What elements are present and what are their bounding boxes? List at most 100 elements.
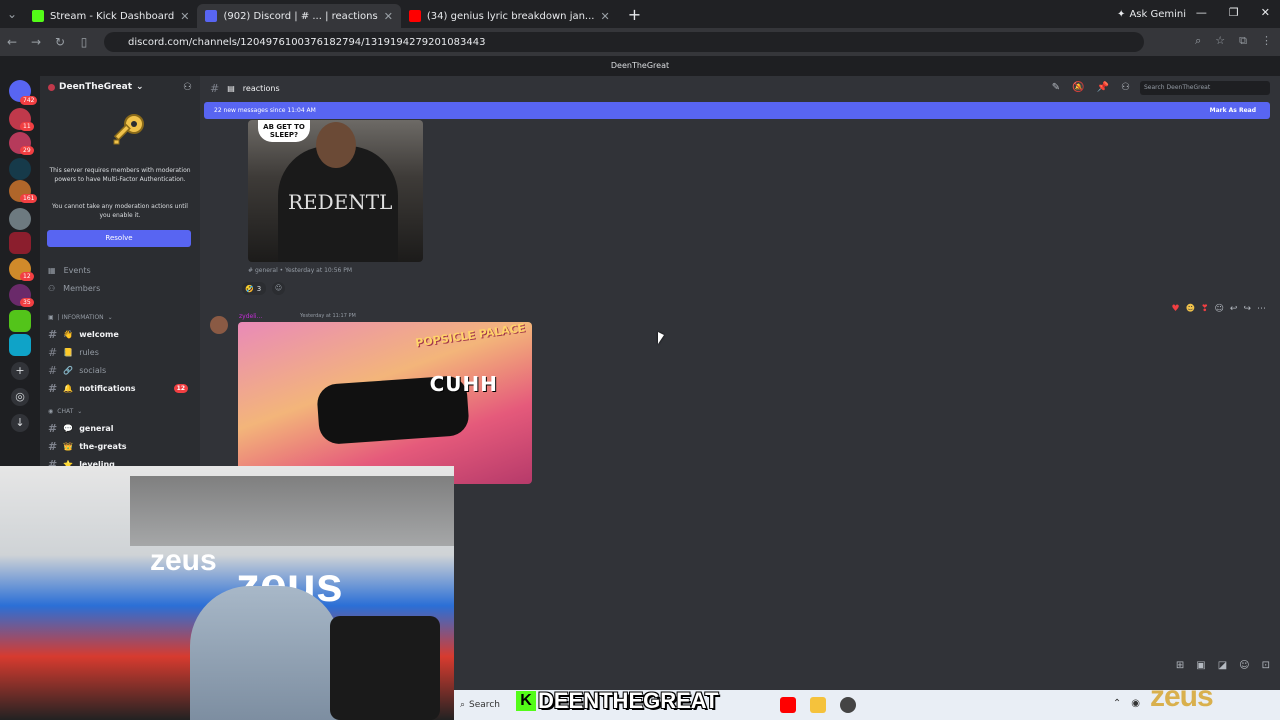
member-list-icon[interactable]: ⚇ [1121, 82, 1130, 93]
forward-icon[interactable]: → [24, 35, 48, 49]
new-messages-banner[interactable]: 22 new messages since 11:04 AM Mark As R… [204, 102, 1270, 119]
maximize-icon[interactable]: ❐ [1229, 6, 1239, 19]
message-image-attachment[interactable]: AB GET TO SLEEP? REDENTL [248, 120, 423, 262]
search-icon: ⌕ [460, 700, 466, 710]
sticker-icon[interactable]: ◪ [1218, 660, 1227, 671]
server-icon[interactable] [9, 334, 31, 356]
add-reaction-icon[interactable]: ☺ [1215, 304, 1224, 314]
menu-icon[interactable]: ⋮ [1261, 34, 1272, 48]
boxing-ring-ropes [130, 476, 454, 546]
message-image-attachment[interactable]: POPSICLE PALACE CUHH [238, 322, 532, 484]
reaction-pill[interactable]: 🤣 3 [242, 282, 266, 295]
channel-general[interactable]: # 💬 general [48, 422, 198, 435]
server-name-header[interactable]: DeenTheGreat ⌄ [48, 82, 144, 92]
browser-tab-strip: ⌄ Stream - Kick Dashboard ✕ (902) Discor… [0, 0, 1280, 28]
emoji-icon[interactable]: ☺ [1239, 660, 1249, 671]
tray-chevron-icon[interactable]: ⌃ [1113, 698, 1121, 709]
back-icon[interactable]: ← [0, 35, 24, 49]
youtube-taskbar-icon[interactable] [780, 697, 796, 713]
crown-icon: 👑 [63, 442, 74, 451]
taskbar-search[interactable]: ⌕ Search [460, 696, 520, 714]
header-icons: ✎ 🔕 📌 ⚇ [1052, 82, 1130, 93]
kick-logo-icon: K [516, 691, 536, 711]
download-icon[interactable]: ↓ [11, 414, 29, 432]
members-link[interactable]: ⚇ Members [48, 284, 100, 293]
discord-favicon-icon [205, 10, 218, 22]
discord-title-text: DeenTheGreat [610, 61, 670, 70]
pin-icon[interactable]: 📌 [1097, 82, 1109, 93]
reply-icon[interactable]: ↩ [1230, 304, 1238, 314]
mark-as-read-button[interactable]: Mark As Read [1210, 102, 1256, 119]
extension-icon[interactable]: ⧉ [1239, 34, 1247, 48]
add-server-icon[interactable]: + [11, 362, 29, 380]
notification-settings-icon[interactable]: 🔕 [1072, 82, 1084, 93]
channel-the-greats[interactable]: # 👑 the-greats [48, 440, 198, 453]
server-icon[interactable] [9, 310, 31, 332]
forwarded-message-meta[interactable]: # general • Yesterday at 10:56 PM [248, 267, 352, 274]
search-input[interactable]: Search DeenTheGreat [1140, 81, 1270, 95]
avatar[interactable] [210, 316, 228, 334]
server-icon[interactable] [9, 158, 31, 180]
close-tab-icon[interactable]: ✕ [180, 10, 189, 23]
heart-reaction-icon[interactable]: ♥ [1172, 304, 1180, 314]
smile-reaction-icon[interactable]: ☻ [1186, 304, 1195, 314]
unread-badge: 161 [20, 194, 38, 203]
discover-icon[interactable]: ◎ [11, 388, 29, 406]
hash-icon: # [48, 364, 58, 377]
tab-youtube[interactable]: (34) genius lyric breakdown jan... ✕ [401, 4, 618, 28]
active-server-icon[interactable] [9, 232, 31, 254]
ask-gemini-button[interactable]: ✦ Ask Gemini [1109, 4, 1194, 24]
server-icon[interactable] [9, 208, 31, 230]
file-explorer-icon[interactable] [810, 697, 826, 713]
channel-label: socials [79, 366, 107, 375]
resolve-button[interactable]: Resolve [47, 230, 191, 247]
new-messages-text: 22 new messages since 11:04 AM [214, 107, 316, 114]
message-author[interactable]: zydeli... [239, 313, 262, 320]
channel-socials[interactable]: # 🔗 socials [48, 364, 198, 377]
channel-name: reactions [242, 83, 280, 93]
obs-icon[interactable] [840, 697, 856, 713]
threads-icon[interactable]: ✎ [1052, 82, 1060, 93]
category-chat[interactable]: ◉ CHAT ⌄ [48, 408, 82, 415]
speech-bubble-icon: 💬 [63, 424, 74, 433]
minimize-icon[interactable]: — [1196, 6, 1207, 19]
zoom-icon[interactable]: ⌕ [1195, 34, 1201, 48]
mention-badge: 12 [173, 384, 188, 393]
apps-icon[interactable]: ⊡ [1262, 660, 1270, 671]
new-tab-button[interactable]: + [628, 5, 641, 24]
events-link[interactable]: ▦ Events [48, 266, 91, 275]
kick-favicon-icon [32, 10, 44, 22]
category-information[interactable]: ▣ | INFORMATION ⌄ [48, 314, 113, 321]
channel-rules[interactable]: # 📒 rules [48, 346, 198, 359]
close-tab-icon[interactable]: ✕ [384, 10, 393, 23]
tab-discord[interactable]: (902) Discord | # ... | reactions ✕ [197, 4, 401, 28]
add-reaction-icon[interactable]: ☺ [272, 282, 285, 295]
meme-speech-bubble: AB GET TO SLEEP? [258, 120, 310, 142]
reload-icon[interactable]: ↻ [48, 35, 72, 49]
taskbar-search-label: Search [469, 700, 500, 710]
unread-badge: 12 [20, 272, 34, 281]
gift-icon[interactable]: ⊞ [1176, 660, 1184, 671]
hash-icon: # [48, 328, 58, 341]
url-field[interactable]: discord.com/channels/1204976100376182794… [104, 32, 1144, 52]
heart-eyes-reaction-icon[interactable]: ❣ [1201, 304, 1209, 314]
sidebar-toggle-icon[interactable]: ▯ [72, 35, 96, 49]
channel-notifications[interactable]: # 🔔 notifications 12 [48, 382, 198, 395]
tab-search-icon[interactable]: ⌄ [0, 7, 24, 21]
forward-icon[interactable]: ↪ [1243, 304, 1251, 314]
browser-toolbar-icons: ⌕ ☆ ⧉ ⋮ [1195, 34, 1272, 48]
message-timestamp: Yesterday at 11:17 PM [300, 313, 356, 319]
channel-welcome[interactable]: # 👋 welcome [48, 328, 198, 341]
bookmark-star-icon[interactable]: ☆ [1215, 34, 1225, 48]
webcam-overlay: zeus zeus [0, 466, 454, 720]
server-status-icon [48, 83, 55, 91]
more-options-icon[interactable]: ⋯ [1257, 304, 1266, 314]
channel-label: general [79, 424, 114, 433]
tray-app-icon[interactable]: ◉ [1131, 698, 1140, 709]
invite-people-icon[interactable]: ⚇ [183, 82, 192, 93]
close-window-icon[interactable]: ✕ [1261, 6, 1270, 19]
unread-badge: 742 [20, 96, 38, 105]
gif-icon[interactable]: ▣ [1196, 660, 1205, 671]
tab-kick-dashboard[interactable]: Stream - Kick Dashboard ✕ [24, 4, 197, 28]
close-tab-icon[interactable]: ✕ [600, 10, 609, 23]
